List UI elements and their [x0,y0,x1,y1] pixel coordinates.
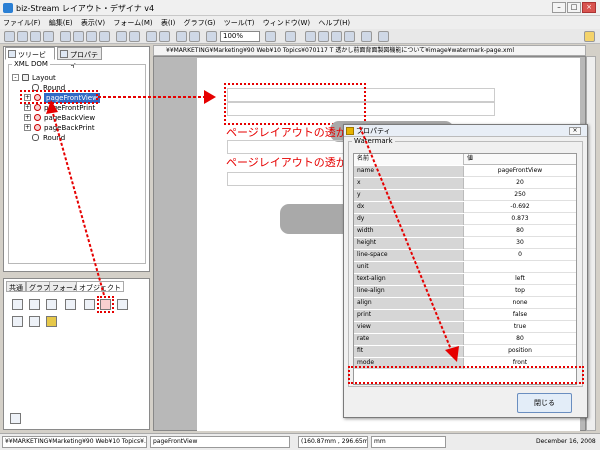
arrow-head-right [204,90,216,104]
status-date: December 16, 2008 [536,438,596,445]
status-element: pageFrontView [150,436,290,448]
unit-select[interactable]: mm [371,436,446,448]
arrow-watermark-to-mode [359,126,453,353]
status-path: ¥¥MARKETING¥Marketing¥90 Web¥10 Topics¥.… [2,436,147,448]
arrow-head-up [46,100,58,114]
arrow-head-down [445,346,459,362]
arrow-palette-to-tree [51,109,105,296]
annotation-arrows [46,90,459,362]
status-bar: ¥¥MARKETING¥Marketing¥90 Web¥10 Topics¥.… [0,433,600,450]
status-coords: (160.87mm , 296.65mm) [298,436,368,448]
